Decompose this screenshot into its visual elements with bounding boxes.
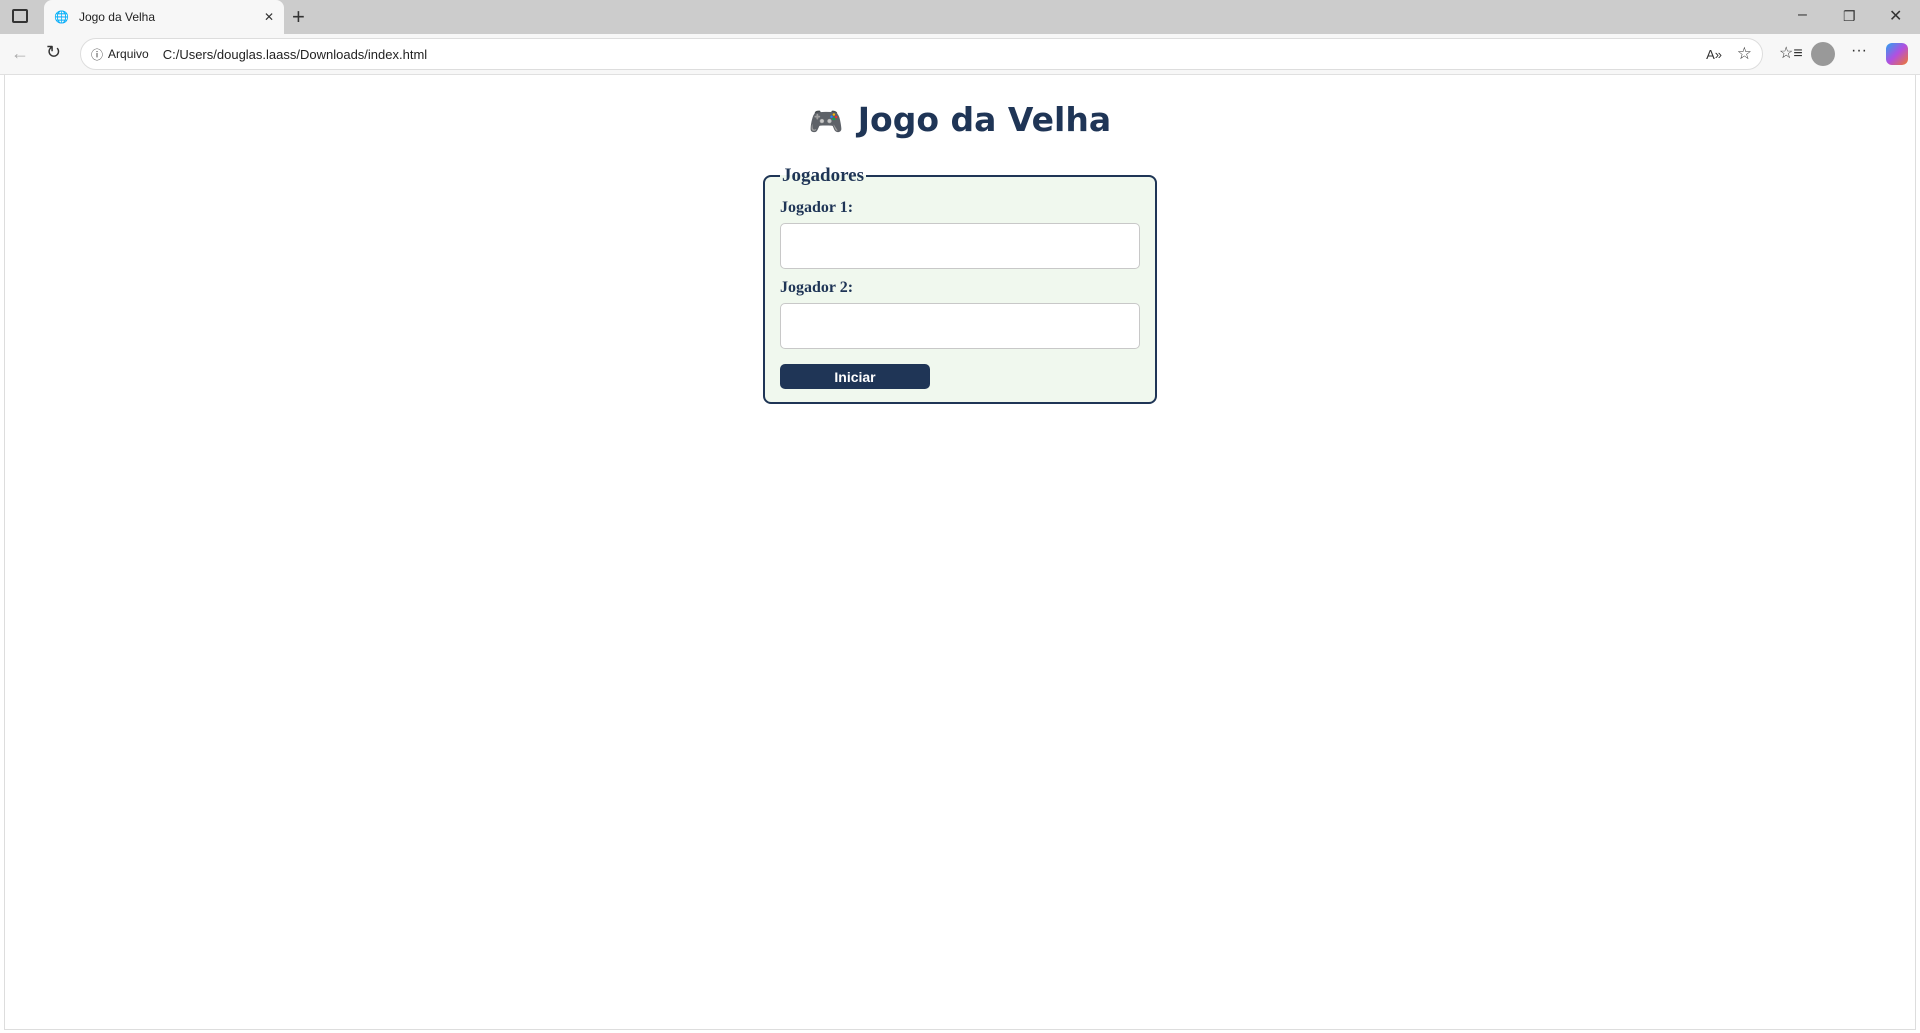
restore-icon[interactable]: ❐ [1843,8,1856,25]
favorite-star-icon[interactable]: ☆ [1737,44,1752,64]
tab-actions-icon[interactable] [12,9,28,23]
profile-avatar[interactable] [1811,42,1835,66]
page-title: 🎮 Jogo da Velha [808,100,1112,139]
close-tab-icon[interactable]: ✕ [264,10,274,24]
read-aloud-icon[interactable]: A» [1706,47,1722,62]
player1-label: Jogador 1: [780,199,854,216]
close-window-icon[interactable]: ✕ [1889,6,1902,26]
minimize-icon[interactable]: – [1798,6,1807,24]
more-icon[interactable]: ··· [1851,42,1867,60]
favorites-icon[interactable]: ☆≡ [1779,43,1803,63]
address-bar-row: ← ↻ ⓘ Arquivo C:/Users/douglas.laass/Dow… [0,34,1920,75]
tab-bar: 🌐 Jogo da Velha ✕ + – ❐ ✕ [0,0,1920,34]
player1-input[interactable] [780,223,1140,269]
copilot-icon[interactable] [1886,43,1908,65]
new-tab-icon[interactable]: + [292,4,305,30]
start-button[interactable]: Iniciar [780,364,930,389]
url-text[interactable]: C:/Users/douglas.laass/Downloads/index.h… [163,47,427,62]
players-legend: Jogadores [782,165,864,186]
back-icon[interactable]: ← [11,43,29,64]
players-fieldset: Jogadores Jogador 1: Jogador 2: Iniciar [763,165,1157,404]
player2-label: Jogador 2: [780,279,854,296]
player2-input[interactable] [780,303,1140,349]
refresh-icon[interactable]: ↻ [46,42,61,63]
info-icon: ⓘ [91,47,104,62]
globe-icon: 🌐 [54,10,69,24]
address-bar[interactable]: ⓘ Arquivo C:/Users/douglas.laass/Downloa… [80,38,1763,70]
gamepad-icon: 🎮 [808,105,844,138]
tab-jogo-da-velha[interactable]: 🌐 Jogo da Velha ✕ [44,0,284,34]
